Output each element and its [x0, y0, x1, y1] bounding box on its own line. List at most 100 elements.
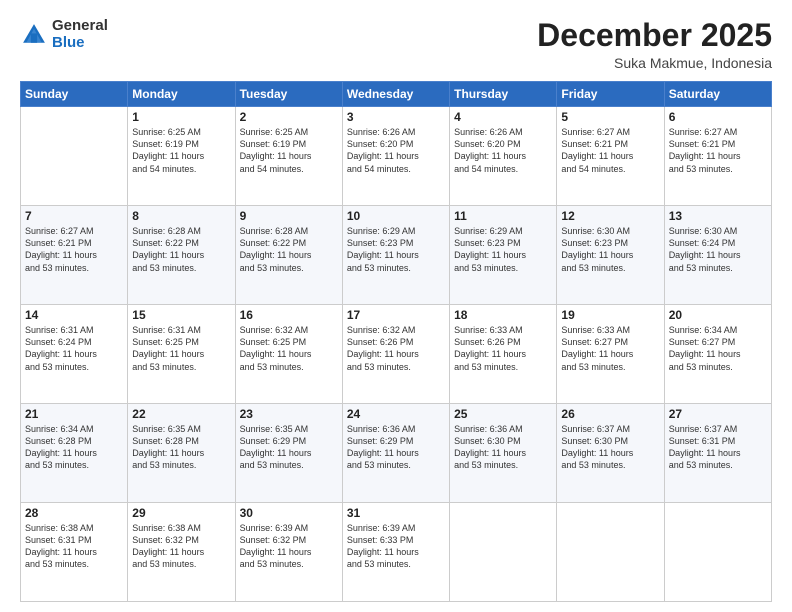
- day-number: 20: [669, 308, 767, 322]
- day-info: Sunrise: 6:37 AM Sunset: 6:30 PM Dayligh…: [561, 423, 659, 472]
- day-info: Sunrise: 6:32 AM Sunset: 6:25 PM Dayligh…: [240, 324, 338, 373]
- calendar-cell: 28 Sunrise: 6:38 AM Sunset: 6:31 PM Dayli…: [21, 503, 128, 602]
- calendar-header-monday: Monday: [128, 82, 235, 107]
- day-info: Sunrise: 6:39 AM Sunset: 6:33 PM Dayligh…: [347, 522, 445, 571]
- calendar-week-row: 1 Sunrise: 6:25 AM Sunset: 6:19 PM Daylig…: [21, 107, 772, 206]
- title-block: December 2025 Suka Makmue, Indonesia: [537, 18, 772, 71]
- calendar-cell: 1 Sunrise: 6:25 AM Sunset: 6:19 PM Daylig…: [128, 107, 235, 206]
- calendar-cell: 20Sunrise: 6:34 AM Sunset: 6:27 PM Dayli…: [664, 305, 771, 404]
- day-number: 11: [454, 209, 552, 223]
- calendar-cell: 4 Sunrise: 6:26 AM Sunset: 6:20 PM Daylig…: [450, 107, 557, 206]
- day-number: 24: [347, 407, 445, 421]
- logo-blue-text: Blue: [52, 35, 108, 52]
- calendar-cell: 18 Sunrise: 6:33 AM Sunset: 6:26 PM Dayli…: [450, 305, 557, 404]
- day-number: 17: [347, 308, 445, 322]
- calendar-header-tuesday: Tuesday: [235, 82, 342, 107]
- logo-general-text: General: [52, 18, 108, 35]
- month-title: December 2025: [537, 18, 772, 53]
- day-info: Sunrise: 6:39 AM Sunset: 6:32 PM Dayligh…: [240, 522, 338, 571]
- calendar-cell: 6 Sunrise: 6:27 AM Sunset: 6:21 PM Daylig…: [664, 107, 771, 206]
- day-info: Sunrise: 6:28 AM Sunset: 6:22 PM Dayligh…: [132, 225, 230, 274]
- day-number: 9: [240, 209, 338, 223]
- day-number: 6: [669, 110, 767, 124]
- calendar-header-thursday: Thursday: [450, 82, 557, 107]
- calendar-cell: 7 Sunrise: 6:27 AM Sunset: 6:21 PM Daylig…: [21, 206, 128, 305]
- calendar-cell: 23Sunrise: 6:35 AM Sunset: 6:29 PM Dayli…: [235, 404, 342, 503]
- day-number: 27: [669, 407, 767, 421]
- calendar-header-row: SundayMondayTuesdayWednesdayThursdayFrid…: [21, 82, 772, 107]
- day-info: Sunrise: 6:25 AM Sunset: 6:19 PM Dayligh…: [132, 126, 230, 175]
- calendar-cell: 25 Sunrise: 6:36 AM Sunset: 6:30 PM Dayli…: [450, 404, 557, 503]
- calendar-cell: 22 Sunrise: 6:35 AM Sunset: 6:28 PM Dayli…: [128, 404, 235, 503]
- day-info: Sunrise: 6:27 AM Sunset: 6:21 PM Dayligh…: [561, 126, 659, 175]
- calendar-cell: 2Sunrise: 6:25 AM Sunset: 6:19 PM Daylig…: [235, 107, 342, 206]
- calendar-cell: 8Sunrise: 6:28 AM Sunset: 6:22 PM Daylig…: [128, 206, 235, 305]
- calendar-cell: 29 Sunrise: 6:38 AM Sunset: 6:32 PM Dayli…: [128, 503, 235, 602]
- day-info: Sunrise: 6:26 AM Sunset: 6:20 PM Dayligh…: [347, 126, 445, 175]
- calendar-cell: 12Sunrise: 6:30 AM Sunset: 6:23 PM Dayli…: [557, 206, 664, 305]
- calendar-header-sunday: Sunday: [21, 82, 128, 107]
- page: General Blue December 2025 Suka Makmue, …: [0, 0, 792, 612]
- calendar-cell: 30 Sunrise: 6:39 AM Sunset: 6:32 PM Dayli…: [235, 503, 342, 602]
- day-number: 4: [454, 110, 552, 124]
- day-number: 15: [132, 308, 230, 322]
- day-info: Sunrise: 6:33 AM Sunset: 6:26 PM Dayligh…: [454, 324, 552, 373]
- day-info: Sunrise: 6:37 AM Sunset: 6:31 PM Dayligh…: [669, 423, 767, 472]
- calendar-header-friday: Friday: [557, 82, 664, 107]
- day-number: 10: [347, 209, 445, 223]
- day-info: Sunrise: 6:34 AM Sunset: 6:28 PM Dayligh…: [25, 423, 123, 472]
- day-info: Sunrise: 6:29 AM Sunset: 6:23 PM Dayligh…: [454, 225, 552, 274]
- calendar-week-row: 7 Sunrise: 6:27 AM Sunset: 6:21 PM Daylig…: [21, 206, 772, 305]
- day-number: 13: [669, 209, 767, 223]
- calendar-cell: 13 Sunrise: 6:30 AM Sunset: 6:24 PM Dayli…: [664, 206, 771, 305]
- day-info: Sunrise: 6:30 AM Sunset: 6:23 PM Dayligh…: [561, 225, 659, 274]
- day-number: 21: [25, 407, 123, 421]
- day-number: 30: [240, 506, 338, 520]
- day-info: Sunrise: 6:38 AM Sunset: 6:31 PM Dayligh…: [25, 522, 123, 571]
- day-number: 3: [347, 110, 445, 124]
- day-number: 7: [25, 209, 123, 223]
- day-info: Sunrise: 6:35 AM Sunset: 6:28 PM Dayligh…: [132, 423, 230, 472]
- day-number: 19: [561, 308, 659, 322]
- day-info: Sunrise: 6:36 AM Sunset: 6:30 PM Dayligh…: [454, 423, 552, 472]
- day-info: Sunrise: 6:27 AM Sunset: 6:21 PM Dayligh…: [669, 126, 767, 175]
- calendar-cell: [21, 107, 128, 206]
- day-info: Sunrise: 6:25 AM Sunset: 6:19 PM Dayligh…: [240, 126, 338, 175]
- day-info: Sunrise: 6:26 AM Sunset: 6:20 PM Dayligh…: [454, 126, 552, 175]
- day-info: Sunrise: 6:32 AM Sunset: 6:26 PM Dayligh…: [347, 324, 445, 373]
- day-number: 28: [25, 506, 123, 520]
- calendar-cell: 31Sunrise: 6:39 AM Sunset: 6:33 PM Dayli…: [342, 503, 449, 602]
- calendar-cell: 24 Sunrise: 6:36 AM Sunset: 6:29 PM Dayli…: [342, 404, 449, 503]
- day-number: 29: [132, 506, 230, 520]
- calendar-cell: [557, 503, 664, 602]
- day-number: 14: [25, 308, 123, 322]
- location-subtitle: Suka Makmue, Indonesia: [537, 55, 772, 71]
- calendar-cell: 15Sunrise: 6:31 AM Sunset: 6:25 PM Dayli…: [128, 305, 235, 404]
- day-info: Sunrise: 6:38 AM Sunset: 6:32 PM Dayligh…: [132, 522, 230, 571]
- calendar-table: SundayMondayTuesdayWednesdayThursdayFrid…: [20, 81, 772, 602]
- calendar-header-wednesday: Wednesday: [342, 82, 449, 107]
- day-info: Sunrise: 6:33 AM Sunset: 6:27 PM Dayligh…: [561, 324, 659, 373]
- day-number: 22: [132, 407, 230, 421]
- day-info: Sunrise: 6:29 AM Sunset: 6:23 PM Dayligh…: [347, 225, 445, 274]
- day-info: Sunrise: 6:36 AM Sunset: 6:29 PM Dayligh…: [347, 423, 445, 472]
- calendar-cell: 21 Sunrise: 6:34 AM Sunset: 6:28 PM Dayli…: [21, 404, 128, 503]
- calendar-cell: 27 Sunrise: 6:37 AM Sunset: 6:31 PM Dayli…: [664, 404, 771, 503]
- calendar-week-row: 28 Sunrise: 6:38 AM Sunset: 6:31 PM Dayli…: [21, 503, 772, 602]
- calendar-cell: 9 Sunrise: 6:28 AM Sunset: 6:22 PM Daylig…: [235, 206, 342, 305]
- day-info: Sunrise: 6:27 AM Sunset: 6:21 PM Dayligh…: [25, 225, 123, 274]
- day-number: 16: [240, 308, 338, 322]
- calendar-cell: 17 Sunrise: 6:32 AM Sunset: 6:26 PM Dayli…: [342, 305, 449, 404]
- calendar-cell: 3 Sunrise: 6:26 AM Sunset: 6:20 PM Daylig…: [342, 107, 449, 206]
- day-info: Sunrise: 6:28 AM Sunset: 6:22 PM Dayligh…: [240, 225, 338, 274]
- calendar-cell: 10 Sunrise: 6:29 AM Sunset: 6:23 PM Dayli…: [342, 206, 449, 305]
- day-info: Sunrise: 6:35 AM Sunset: 6:29 PM Dayligh…: [240, 423, 338, 472]
- day-number: 25: [454, 407, 552, 421]
- logo-icon: [20, 21, 48, 49]
- calendar-header-saturday: Saturday: [664, 82, 771, 107]
- day-number: 1: [132, 110, 230, 124]
- day-number: 18: [454, 308, 552, 322]
- day-info: Sunrise: 6:30 AM Sunset: 6:24 PM Dayligh…: [669, 225, 767, 274]
- logo: General Blue: [20, 18, 108, 51]
- calendar-cell: [664, 503, 771, 602]
